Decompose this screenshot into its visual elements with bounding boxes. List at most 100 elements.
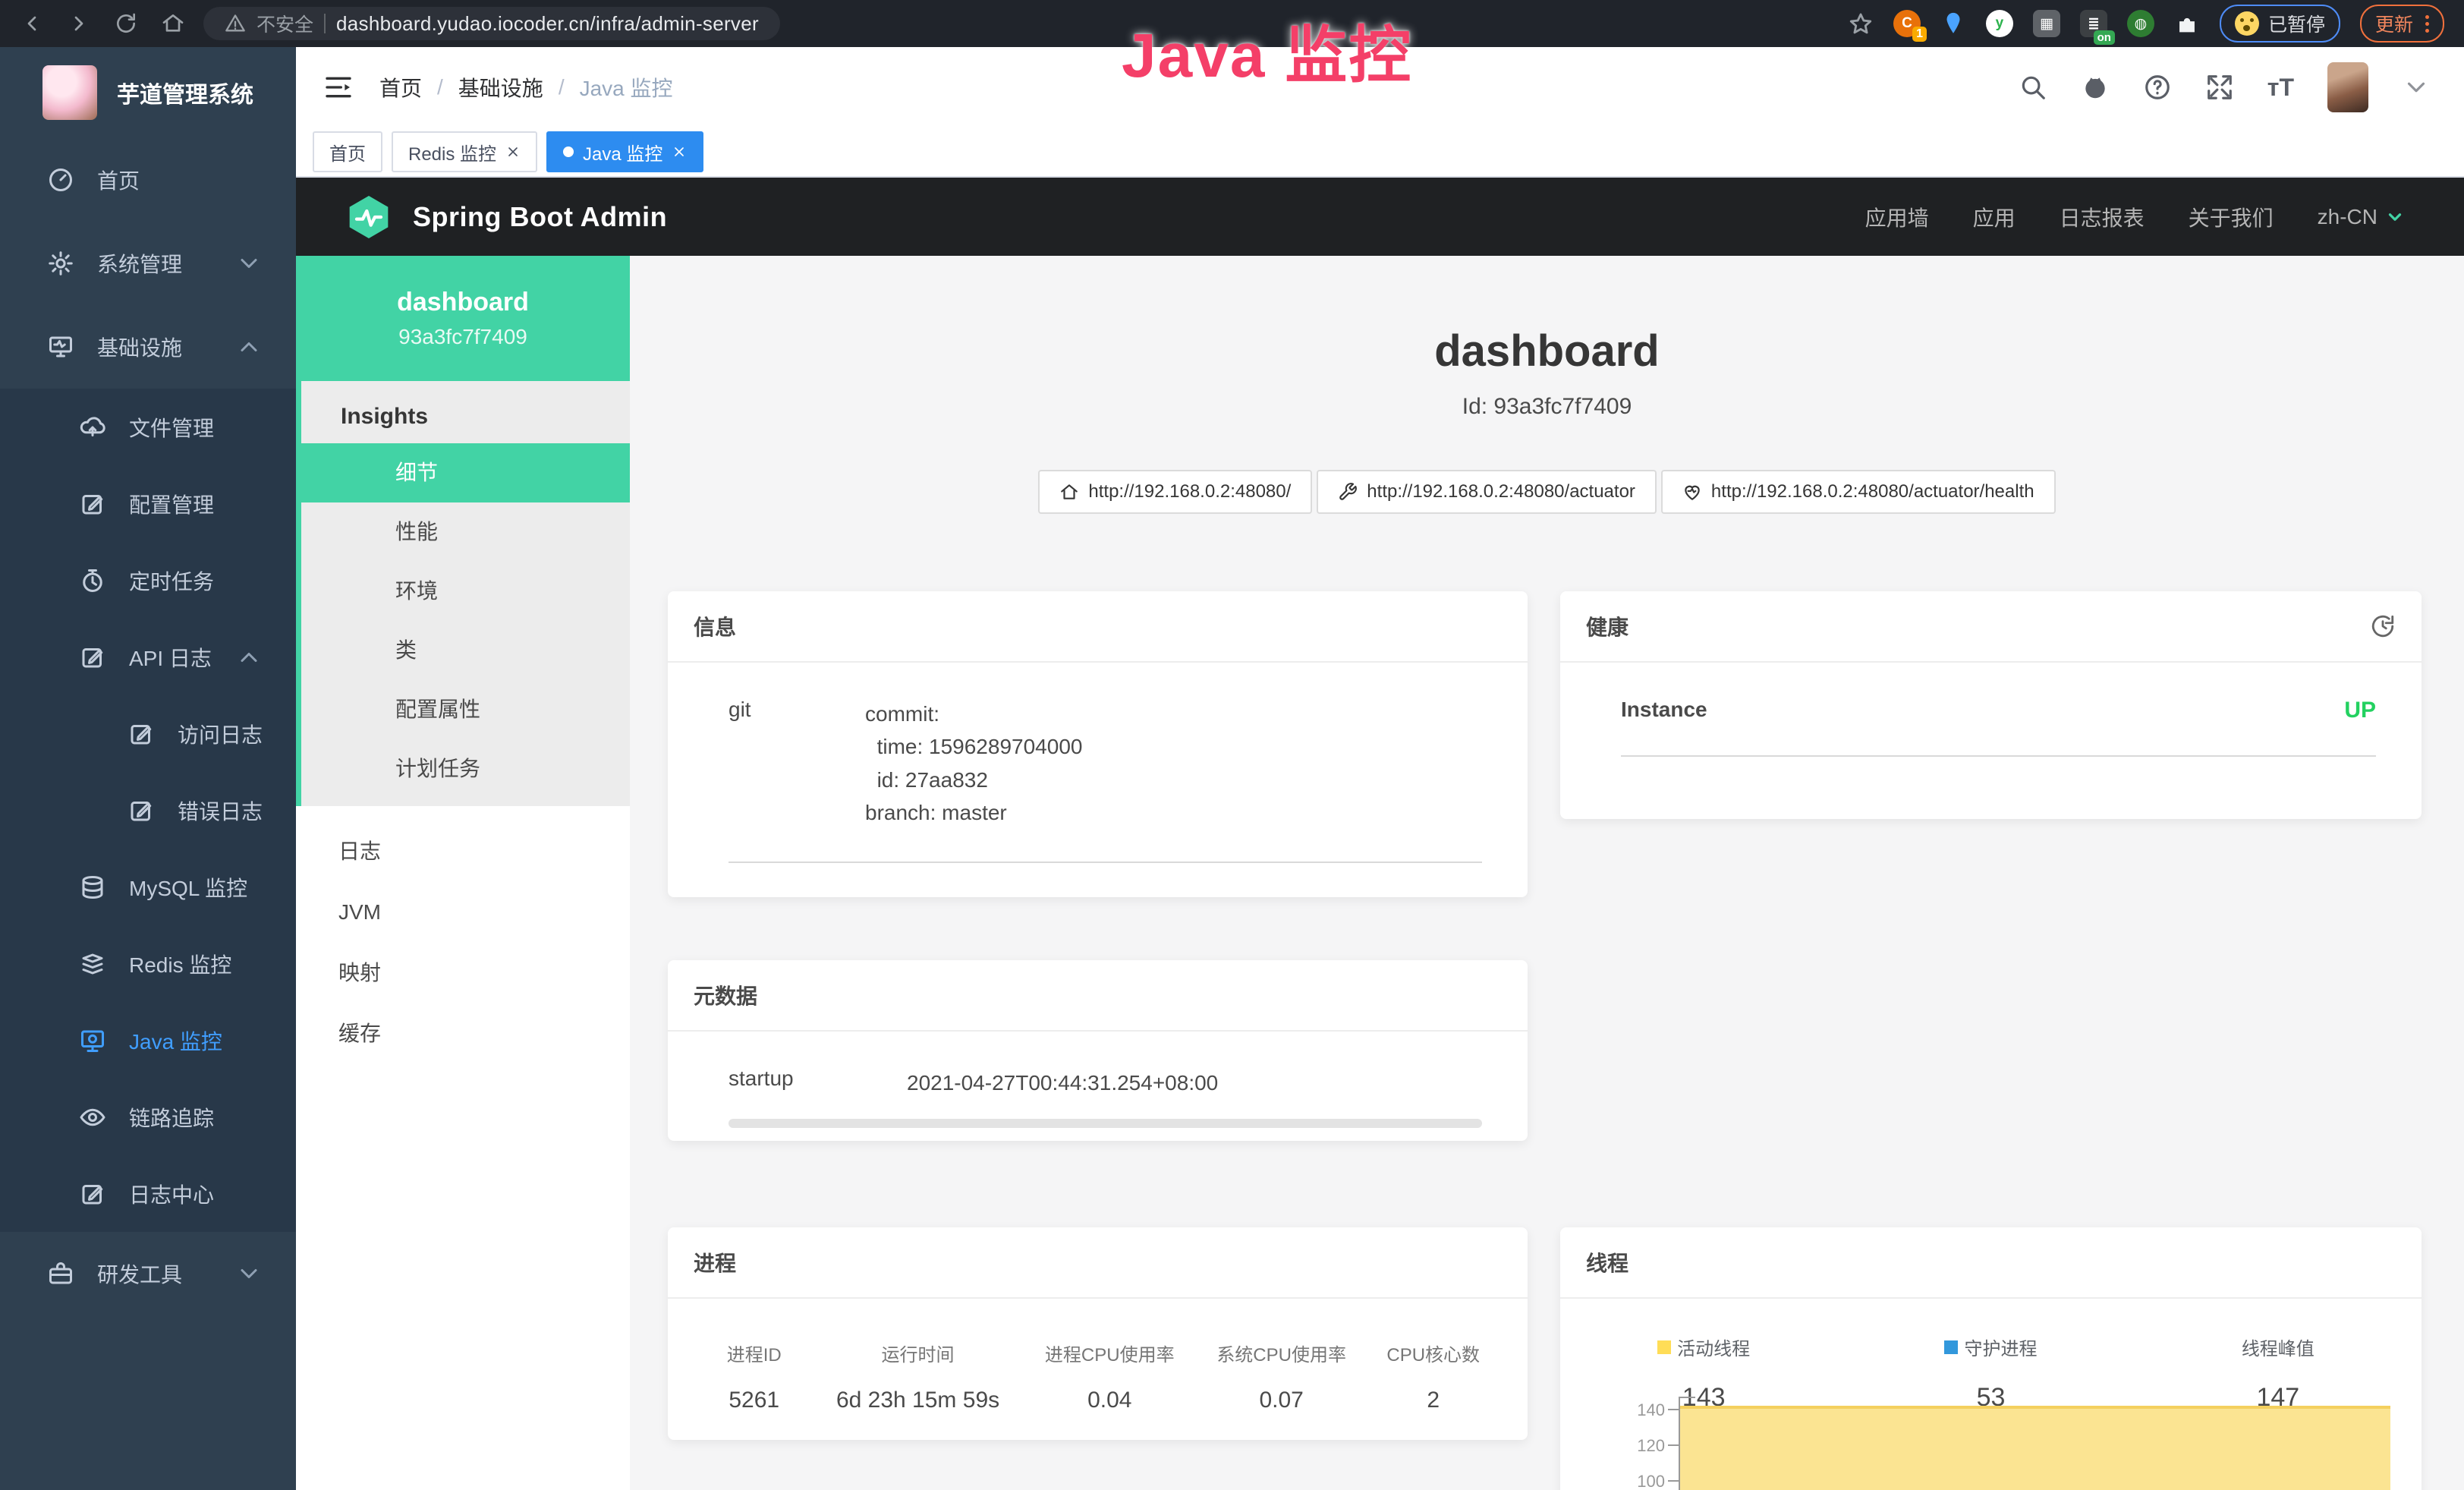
sidebar-item-infrastructure[interactable]: 基础设施	[0, 305, 296, 389]
user-avatar[interactable]	[2327, 62, 2368, 112]
chevron-down-icon	[2385, 207, 2405, 227]
sidebar-item-file-management[interactable]: 文件管理	[0, 389, 296, 465]
browser-menu-icon[interactable]	[2425, 15, 2429, 33]
sba-link-wallboard[interactable]: 应用墙	[1865, 202, 1929, 232]
sidebar-item-label: 研发工具	[97, 1258, 212, 1289]
y-axis-tick-120: 120	[1597, 1436, 1665, 1456]
profile-paused-badge[interactable]: 已暂停	[2220, 5, 2340, 43]
github-icon[interactable]	[2081, 73, 2110, 102]
health-card: 健康 Instance UP	[1560, 591, 2422, 819]
sba-item-details[interactable]: 细节	[296, 443, 630, 502]
sidebar-item-home[interactable]: 首页	[0, 138, 296, 222]
extension-icon-5[interactable]: ◍	[2127, 10, 2154, 37]
sba-link-applications[interactable]: 应用	[1973, 202, 2016, 232]
value-cpus: 2	[1369, 1388, 1496, 1413]
health-url-button[interactable]: http://192.168.0.2:48080/actuator/health	[1661, 470, 2056, 514]
extension-icon-3[interactable]: ▦	[2033, 10, 2060, 37]
y-axis-tickmark	[1668, 1409, 1679, 1410]
locale-label: zh-CN	[2318, 205, 2377, 229]
fullscreen-icon[interactable]	[2205, 73, 2234, 102]
horizontal-scrollbar[interactable]	[729, 1119, 1482, 1128]
sba-item-environment[interactable]: 环境	[301, 562, 630, 621]
browser-home-icon[interactable]	[161, 11, 185, 36]
sba-locale-selector[interactable]: zh-CN	[2318, 205, 2405, 229]
search-icon[interactable]	[2019, 73, 2047, 102]
hamburger-icon[interactable]	[323, 72, 354, 102]
browser-actions: C1 y ▦ ≣on ◍ 已暂停 更新	[1848, 5, 2464, 43]
back-icon[interactable]	[20, 11, 44, 36]
extensions-puzzle-icon[interactable]	[2174, 11, 2200, 36]
close-icon[interactable]	[672, 144, 687, 159]
tab-java-monitor[interactable]: Java 监控	[546, 131, 703, 172]
actuator-url-button[interactable]: http://192.168.0.2:48080/actuator	[1317, 470, 1657, 514]
breadcrumb-infrastructure[interactable]: 基础设施	[458, 72, 543, 102]
tab-redis-monitor[interactable]: Redis 监控	[392, 131, 537, 172]
font-size-icon[interactable]: тT	[2267, 74, 2294, 102]
sba-item-loggers[interactable]: 日志	[296, 821, 630, 882]
sidebar-item-java-monitor[interactable]: Java 监控	[0, 1002, 296, 1079]
live-threads-area-series	[1680, 1406, 2390, 1490]
dashboard-gauge-icon	[47, 166, 74, 194]
extension-on-badge: on	[2094, 30, 2115, 45]
sba-item-config-props[interactable]: 配置属性	[301, 680, 630, 739]
url-text[interactable]: dashboard.yudao.iocoder.cn/infra/admin-s…	[336, 12, 759, 36]
sba-item-mappings[interactable]: 映射	[296, 943, 630, 1003]
history-icon[interactable]	[2370, 613, 2396, 639]
sba-instance-header[interactable]: dashboard 93a3fc7f7409	[296, 256, 630, 381]
sba-item-classes[interactable]: 类	[301, 621, 630, 680]
sba-item-caches[interactable]: 缓存	[296, 1003, 630, 1064]
sba-nav-links: 应用墙 应用 日志报表 关于我们 zh-CN	[1865, 202, 2405, 232]
health-row[interactable]: Instance UP	[1621, 663, 2376, 757]
extension-icon-1[interactable]: C1	[1893, 10, 1921, 37]
sidebar-item-access-logs[interactable]: 访问日志	[0, 695, 296, 772]
log-edit-icon	[79, 1180, 106, 1208]
sba-link-journal[interactable]: 日志报表	[2060, 202, 2145, 232]
sidebar-item-log-center[interactable]: 日志中心	[0, 1155, 296, 1232]
help-icon[interactable]	[2143, 73, 2172, 102]
profile-avatar-emoji	[2235, 11, 2259, 36]
sba-item-metrics[interactable]: 性能	[301, 502, 630, 562]
extension-icon-4[interactable]: ≣on	[2080, 10, 2107, 37]
sba-content: dashboard Id: 93a3fc7f7409 http://192.16…	[630, 256, 2464, 1490]
refresh-icon[interactable]	[114, 11, 138, 36]
sba-item-jvm[interactable]: JVM	[296, 882, 630, 943]
app-logo[interactable]: 芋道管理系统	[0, 47, 296, 138]
breadcrumb-home[interactable]: 首页	[379, 72, 422, 102]
user-caret-down-icon[interactable]	[2402, 73, 2431, 102]
sidebar-item-tracing[interactable]: 链路追踪	[0, 1079, 296, 1155]
legend-swatch-live	[1657, 1340, 1671, 1354]
sidebar-item-dev-tools[interactable]: 研发工具	[0, 1232, 296, 1315]
sidebar-item-label: MySQL 监控	[129, 872, 263, 903]
health-status-badge: UP	[2344, 698, 2376, 723]
sidebar-item-system-management[interactable]: 系统管理	[0, 222, 296, 305]
sidebar-item-api-logs[interactable]: API 日志	[0, 619, 296, 695]
y-axis-tick-140: 140	[1597, 1400, 1665, 1420]
address-bar[interactable]: 不安全 dashboard.yudao.iocoder.cn/infra/adm…	[203, 7, 780, 40]
forward-icon[interactable]	[67, 11, 91, 36]
process-card: 进程 进程ID 运行时间 进程CPU使用率 系统CPU使用率 CPU核心数 52…	[668, 1227, 1528, 1440]
sidebar-item-redis-monitor[interactable]: Redis 监控	[0, 925, 296, 1002]
bookmark-star-icon[interactable]	[1848, 11, 1874, 36]
tab-home[interactable]: 首页	[313, 131, 382, 172]
sidebar-item-mysql-monitor[interactable]: MySQL 监控	[0, 849, 296, 925]
sba-item-scheduled-tasks[interactable]: 计划任务	[301, 739, 630, 799]
sidebar-item-label: 文件管理	[129, 412, 263, 443]
extension-icon-2[interactable]: y	[1986, 10, 2013, 37]
sidebar-item-label: 系统管理	[97, 248, 212, 279]
security-label[interactable]: 不安全	[256, 10, 313, 37]
value-process-cpu: 0.04	[1026, 1388, 1194, 1413]
close-icon[interactable]	[505, 144, 521, 159]
sidebar-item-error-logs[interactable]: 错误日志	[0, 772, 296, 849]
sba-brand-title[interactable]: Spring Boot Admin	[413, 201, 667, 233]
service-url-button[interactable]: http://192.168.0.2:48080/	[1038, 470, 1312, 514]
y-axis-top-cap	[1679, 1397, 1695, 1398]
sidebar-item-scheduled-jobs[interactable]: 定时任务	[0, 542, 296, 619]
info-value: commit: time: 1596289704000 id: 27aa832 …	[865, 698, 1482, 830]
timer-icon	[79, 567, 106, 594]
sidebar-item-label: 首页	[97, 165, 263, 195]
extension-pin-icon[interactable]	[1940, 11, 1966, 36]
browser-update-button[interactable]: 更新	[2360, 5, 2444, 43]
sba-link-about[interactable]: 关于我们	[2189, 202, 2274, 232]
sidebar-item-config-management[interactable]: 配置管理	[0, 465, 296, 542]
not-secure-warning-icon[interactable]	[225, 13, 246, 34]
